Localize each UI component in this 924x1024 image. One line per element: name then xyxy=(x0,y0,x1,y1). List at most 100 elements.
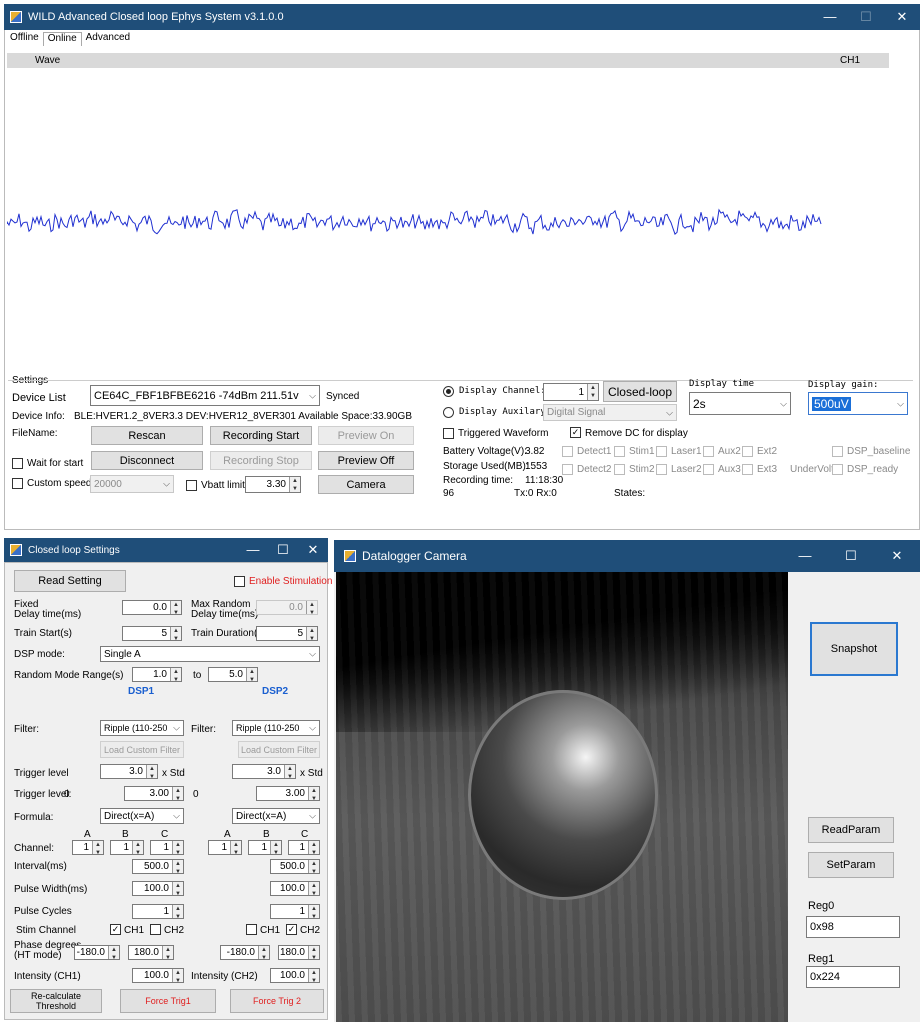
dsp-mode-select[interactable]: Single A ⌵ xyxy=(100,646,320,662)
max-random-delay-input[interactable]: 0.0 ▲ ▼ xyxy=(256,600,318,616)
train-start-input[interactable]: 5 ▲ ▼ xyxy=(122,626,182,642)
stim-ch2-checkbox-dsp1[interactable] xyxy=(150,924,161,935)
status-label-ext2: Ext2 xyxy=(757,446,778,457)
load-custom-filter-button-dsp1[interactable]: Load Custom Filter xyxy=(100,741,184,758)
formula-select-dsp1[interactable]: Direct(x=A) ⌵ xyxy=(100,808,184,824)
channel-c-input-dsp1[interactable]: 1 ▲ ▼ xyxy=(150,840,184,856)
display-auxilary-radio[interactable] xyxy=(443,407,454,418)
spinner-icon: ▲ ▼ xyxy=(108,946,119,961)
phase-from-input-dsp2[interactable]: -180.0 ▲ ▼ xyxy=(220,945,270,961)
abc-c-dsp1: C xyxy=(161,829,169,840)
minimize-icon[interactable]: — xyxy=(812,9,848,25)
pulse-width-input-dsp2[interactable]: 100.0 ▲ ▼ xyxy=(270,881,320,897)
display-channel-input[interactable]: 1 ▲ ▼ xyxy=(543,383,599,401)
chevron-down-icon: ⌵ xyxy=(897,398,904,408)
triggered-waveform-checkbox[interactable] xyxy=(443,428,454,439)
fixed-delay-input[interactable]: 0.0 ▲ ▼ xyxy=(122,600,182,616)
formula-select-dsp2[interactable]: Direct(x=A) ⌵ xyxy=(232,808,320,824)
vbatt-limit-checkbox[interactable] xyxy=(186,480,197,491)
custom-speed-select[interactable]: 20000 ⌵ xyxy=(90,475,174,493)
phase-to-input-dsp1[interactable]: 180.0 ▲ ▼ xyxy=(128,945,174,961)
minimize-icon[interactable]: — xyxy=(238,542,268,558)
remove-dc-label: Remove DC for display xyxy=(585,428,688,439)
intensity-ch2-input[interactable]: 100.0 ▲ ▼ xyxy=(270,968,320,984)
read-setting-button[interactable]: Read Setting xyxy=(14,570,126,592)
custom-speed-checkbox[interactable] xyxy=(12,478,23,489)
remove-dc-checkbox[interactable]: ✓ xyxy=(570,427,581,438)
camera-button[interactable]: Camera xyxy=(318,475,414,494)
channel-a-input-dsp2[interactable]: 1 ▲ ▼ xyxy=(208,840,242,856)
counter-value: 96 xyxy=(443,488,455,499)
load-custom-filter-button-dsp2[interactable]: Load Custom Filter xyxy=(238,741,320,758)
force-trig1-button[interactable]: Force Trig1 xyxy=(120,989,216,1013)
stim-ch1-checkbox-dsp1[interactable]: ✓ xyxy=(110,924,121,935)
tab-online[interactable]: Online xyxy=(42,32,82,46)
device-list-select[interactable]: CE64C_FBF1BFBE6216 -74dBm 211.51v ⌵ xyxy=(90,385,320,406)
preview-off-button[interactable]: Preview Off xyxy=(318,451,414,470)
x-std-label-dsp2: x Std xyxy=(300,768,323,779)
recording-stop-button[interactable]: Recording Stop xyxy=(210,451,312,470)
spinner-icon: ▲ ▼ xyxy=(92,841,103,856)
close-icon[interactable]: ✕ xyxy=(298,542,328,558)
recording-start-button[interactable]: Recording Start xyxy=(210,426,312,445)
recalculate-threshold-button[interactable]: Re-calculate Threshold xyxy=(10,989,102,1013)
pulse-width-input-dsp1[interactable]: 100.0 ▲ ▼ xyxy=(132,881,184,897)
spinner-icon: ▲ ▼ xyxy=(246,668,257,683)
set-param-button[interactable]: SetParam xyxy=(808,852,894,878)
enable-stimulation-checkbox[interactable] xyxy=(234,576,245,587)
spinner-icon: ▲ ▼ xyxy=(230,841,241,856)
train-duration-input[interactable]: 5 ▲ ▼ xyxy=(256,626,318,642)
interval-input-dsp2[interactable]: 500.0 ▲ ▼ xyxy=(270,859,320,875)
phase-from-input-dsp1[interactable]: -180.0 ▲ ▼ xyxy=(74,945,120,961)
spinner-icon: ▲ ▼ xyxy=(172,882,183,897)
display-gain-select[interactable]: 500uV ⌵ xyxy=(808,392,908,415)
close-icon[interactable]: ✕ xyxy=(874,548,920,564)
channel-c-input-dsp2[interactable]: 1 ▲ ▼ xyxy=(288,840,320,856)
maximize-icon[interactable]: ☐ xyxy=(268,542,298,558)
read-param-button[interactable]: ReadParam xyxy=(808,817,894,843)
snapshot-button[interactable]: Snapshot xyxy=(810,622,898,676)
random-range-to-input[interactable]: 5.0 ▲ ▼ xyxy=(208,667,258,683)
display-channel-radio[interactable] xyxy=(443,386,454,397)
filter-select-dsp2[interactable]: Ripple (110-250 ⌵ xyxy=(232,720,320,736)
reg0-input[interactable]: 0x98 xyxy=(806,916,900,938)
disconnect-button[interactable]: Disconnect xyxy=(91,451,203,470)
fixed-delay-label: Fixed Delay time(ms) xyxy=(14,599,82,620)
display-time-select[interactable]: 2s ⌵ xyxy=(689,392,791,415)
chevron-down-icon: ⌵ xyxy=(780,398,787,408)
app-icon xyxy=(10,11,22,23)
filter-select-dsp1[interactable]: Ripple (110-250 ⌵ xyxy=(100,720,184,736)
preview-on-button[interactable]: Preview On xyxy=(318,426,414,445)
camera-feed-image xyxy=(336,572,788,1022)
tab-offline[interactable]: Offline xyxy=(6,32,43,46)
tab-advanced[interactable]: Advanced xyxy=(82,32,134,46)
stim-ch1-checkbox-dsp2[interactable] xyxy=(246,924,257,935)
closed-loop-button[interactable]: Closed-loop xyxy=(603,381,677,402)
close-icon[interactable]: ✕ xyxy=(884,9,920,25)
maximize-icon[interactable]: ☐ xyxy=(848,9,884,25)
trigger-std-input-dsp1[interactable]: 3.0 ▲ ▼ xyxy=(100,764,158,780)
minimize-icon[interactable]: — xyxy=(782,548,828,564)
trigger-value-input-dsp2[interactable]: 3.00 ▲ ▼ xyxy=(256,786,320,802)
pulse-cycles-input-dsp2[interactable]: 1 ▲ ▼ xyxy=(270,904,320,920)
intensity-ch1-input[interactable]: 100.0 ▲ ▼ xyxy=(132,968,184,984)
stim-ch2-checkbox-dsp2[interactable]: ✓ xyxy=(286,924,297,935)
display-auxilary-select[interactable]: Digital Signal ⌵ xyxy=(543,404,677,421)
trigger-value-input-dsp1[interactable]: 3.00 ▲ ▼ xyxy=(124,786,184,802)
rescan-button[interactable]: Rescan xyxy=(91,426,203,445)
channel-a-input-dsp1[interactable]: 1 ▲ ▼ xyxy=(72,840,104,856)
interval-input-dsp1[interactable]: 500.0 ▲ ▼ xyxy=(132,859,184,875)
reg1-input[interactable]: 0x224 xyxy=(806,966,900,988)
random-range-from-input[interactable]: 1.0 ▲ ▼ xyxy=(132,667,182,683)
trigger-std-input-dsp2[interactable]: 3.0 ▲ ▼ xyxy=(232,764,296,780)
wait-for-start-checkbox[interactable] xyxy=(12,458,23,469)
channel-b-input-dsp1[interactable]: 1 ▲ ▼ xyxy=(110,840,144,856)
filename-label: FileName: xyxy=(12,428,58,439)
channel-b-input-dsp2[interactable]: 1 ▲ ▼ xyxy=(248,840,282,856)
force-trig2-button[interactable]: Force Trig 2 xyxy=(230,989,324,1013)
maximize-icon[interactable]: ☐ xyxy=(828,548,874,564)
pulse-cycles-input-dsp1[interactable]: 1 ▲ ▼ xyxy=(132,904,184,920)
phase-to-input-dsp2[interactable]: 180.0 ▲ ▼ xyxy=(278,945,320,961)
chevron-down-icon: ⌵ xyxy=(173,810,180,821)
vbatt-limit-input[interactable]: 3.30 ▲ ▼ xyxy=(245,476,301,493)
